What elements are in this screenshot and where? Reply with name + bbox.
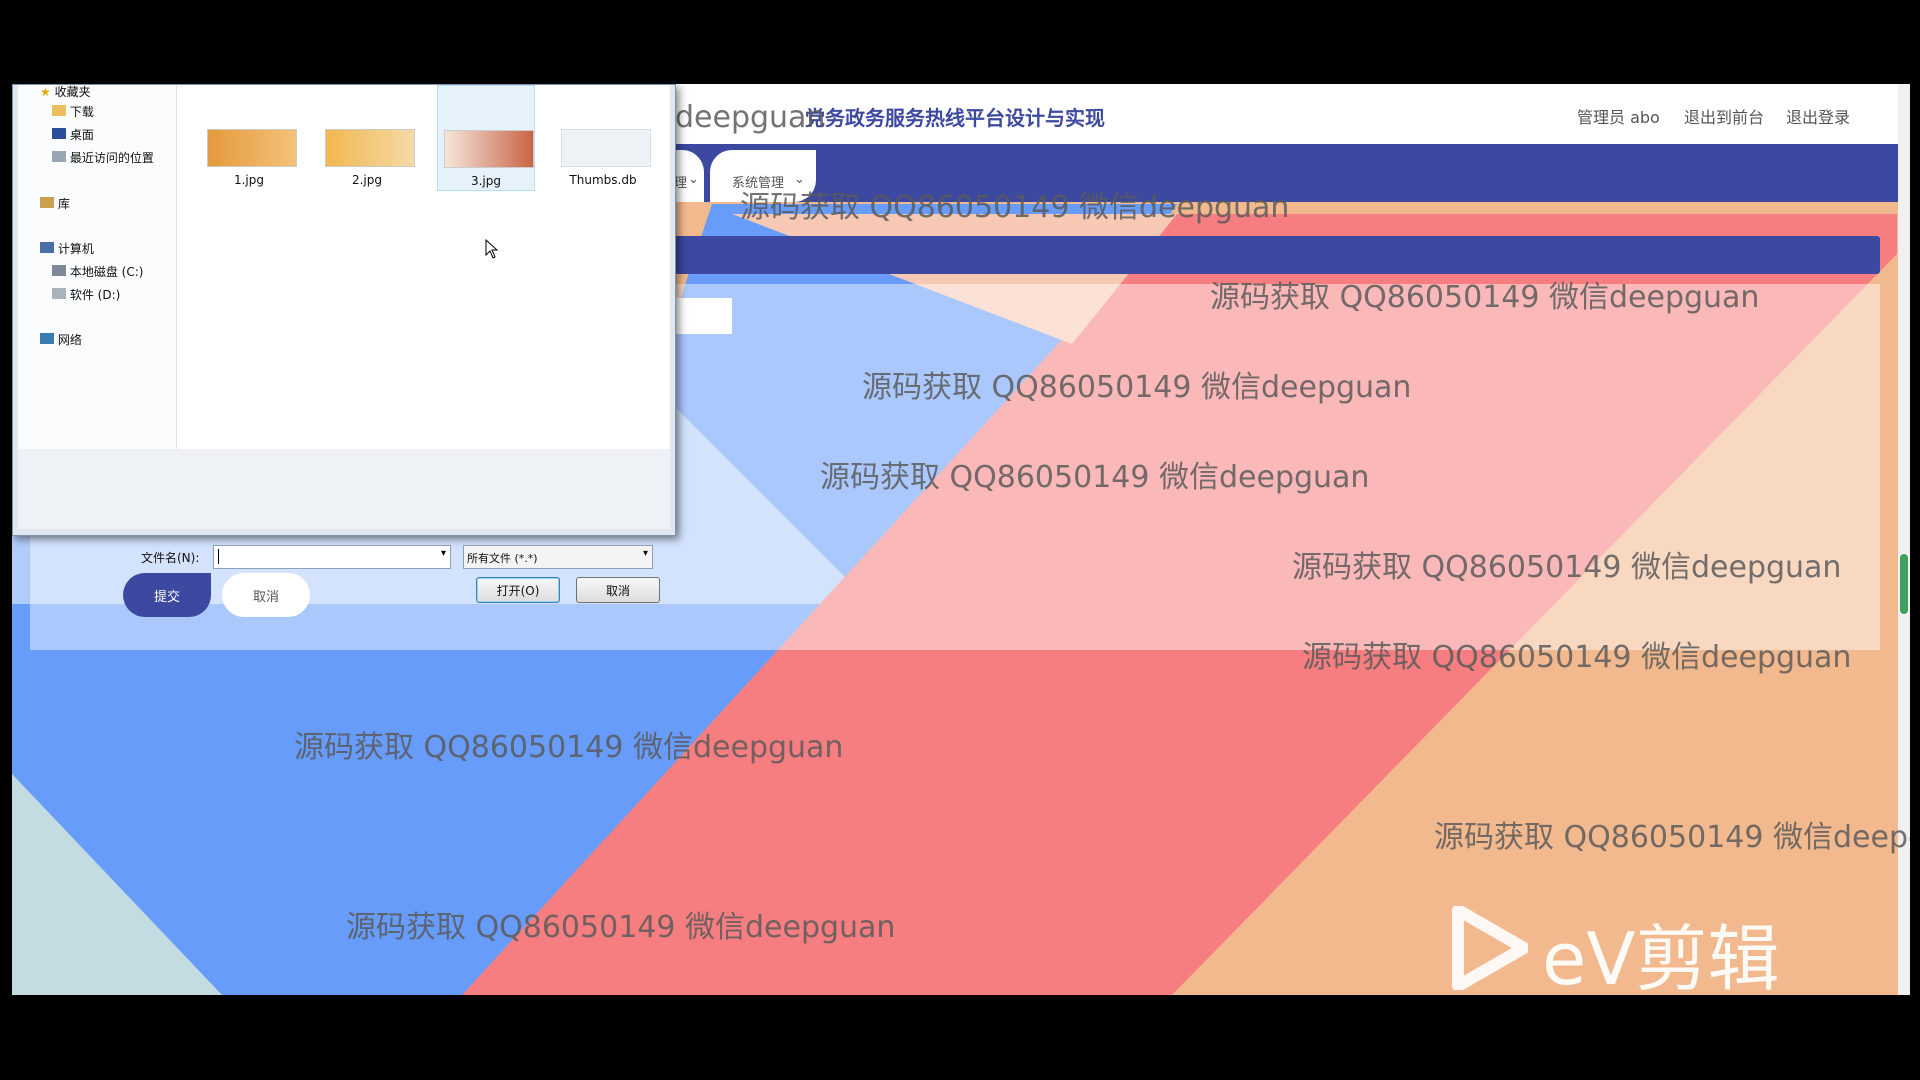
- chevron-down-icon: ⌄: [688, 172, 699, 187]
- ev-logo-text: eV剪辑: [1542, 917, 1780, 995]
- nav-recent-places[interactable]: 最近访问的位置: [52, 149, 154, 166]
- watermark-text: 源码获取 QQ86050149 微信deepguan: [346, 910, 896, 945]
- watermark-text: 源码获取 QQ86050149 微信deepguan: [862, 370, 1412, 405]
- drive-icon: [52, 265, 66, 276]
- dialog-footer: [18, 449, 670, 529]
- star-icon: ★: [40, 85, 51, 99]
- file-list-pane: 1.jpg 2.jpg 3.jpg Thumbs.db: [177, 85, 670, 449]
- recent-places-icon: [52, 151, 66, 162]
- filetype-select[interactable]: 所有文件 (*.*) ▾: [463, 545, 653, 569]
- watermark-text: 源码获取 QQ86050149 微信deepguan: [1292, 550, 1842, 585]
- file-item[interactable]: Thumbs.db: [555, 85, 651, 189]
- cancel-button[interactable]: 取消: [222, 573, 310, 617]
- network-icon: [40, 333, 54, 344]
- navigation-pane: ★ 收藏夹 下载 桌面 最近访问的位置 库 计算机 本地磁盘 (C:) 软件 (…: [18, 85, 177, 449]
- image-thumbnail: [207, 129, 297, 167]
- file-name: Thumbs.db: [569, 173, 637, 187]
- filetype-value: 所有文件 (*.*): [467, 552, 538, 565]
- mouse-pointer-icon: [485, 239, 499, 259]
- library-icon: [40, 197, 54, 208]
- open-button[interactable]: 打开(O): [476, 577, 560, 603]
- dialog-body: ★ 收藏夹 下载 桌面 最近访问的位置 库 计算机 本地磁盘 (C:) 软件 (…: [18, 85, 670, 529]
- gear-file-icon: [561, 129, 651, 167]
- watermark-text: 源码获取 QQ86050149 微信deepguan: [1302, 640, 1852, 675]
- computer-icon: [40, 242, 54, 253]
- file-item-selected[interactable]: 3.jpg: [437, 85, 535, 191]
- file-name: 2.jpg: [351, 173, 383, 187]
- text-cursor: [218, 549, 219, 564]
- nav-libraries[interactable]: 库: [40, 195, 70, 212]
- file-item[interactable]: 2.jpg: [319, 85, 415, 189]
- browser-viewport: 党务政务服务热线平台设计与实现 管理员 abo 退出到前台 退出登录 理 ⌄ 系…: [12, 84, 1910, 995]
- system-title: 党务政务服务热线平台设计与实现: [805, 106, 1105, 130]
- drive-icon: [52, 288, 66, 299]
- play-icon: [1452, 906, 1528, 990]
- nav-computer[interactable]: 计算机: [40, 240, 94, 257]
- watermark-text: 源码获取 QQ86050149 微信deepguan: [820, 460, 1370, 495]
- scrollbar-thumb[interactable]: [1900, 554, 1908, 614]
- folder-icon: [52, 105, 66, 116]
- exit-to-front-link[interactable]: 退出到前台: [1684, 104, 1764, 128]
- nav-network[interactable]: 网络: [40, 331, 82, 348]
- nav-software-d[interactable]: 软件 (D:): [52, 286, 120, 303]
- watermark-text: 源码获取 QQ86050149 微信deepguan: [1210, 280, 1760, 315]
- nav-local-disk-c[interactable]: 本地磁盘 (C:): [52, 263, 143, 280]
- dropdown-arrow-icon: ▾: [642, 548, 648, 559]
- logout-link[interactable]: 退出登录: [1786, 104, 1850, 128]
- file-open-dialog: ★ 收藏夹 下载 桌面 最近访问的位置 库 计算机 本地磁盘 (C:) 软件 (…: [12, 84, 676, 603]
- submit-button[interactable]: 提交: [123, 573, 211, 617]
- watermark-text: 源码获取 QQ86050149 微信deepg: [1434, 820, 1910, 855]
- nav-desktop[interactable]: 桌面: [52, 126, 94, 143]
- dialog-cancel-button[interactable]: 取消: [576, 577, 660, 603]
- nav-downloads[interactable]: 下载: [52, 103, 94, 120]
- file-item[interactable]: 1.jpg: [201, 85, 297, 189]
- image-thumbnail: [444, 130, 534, 168]
- image-thumbnail: [325, 129, 415, 167]
- nav-favorites[interactable]: ★ 收藏夹: [40, 84, 91, 100]
- watermark-text: 源码获取 QQ86050149 微信deepguan: [294, 730, 844, 765]
- dropdown-arrow-icon[interactable]: ▾: [441, 548, 446, 559]
- file-name: 3.jpg: [470, 174, 502, 188]
- admin-user-link[interactable]: 管理员 abo: [1577, 104, 1660, 128]
- filename-input[interactable]: ▾: [213, 545, 451, 569]
- filename-label: 文件名(N):: [141, 551, 200, 565]
- desktop-icon: [52, 128, 66, 139]
- file-name: 1.jpg: [233, 173, 265, 187]
- page-scrollbar[interactable]: [1898, 84, 1910, 995]
- watermark-text: 源码获取 QQ86050149 微信deepguan: [740, 190, 1290, 225]
